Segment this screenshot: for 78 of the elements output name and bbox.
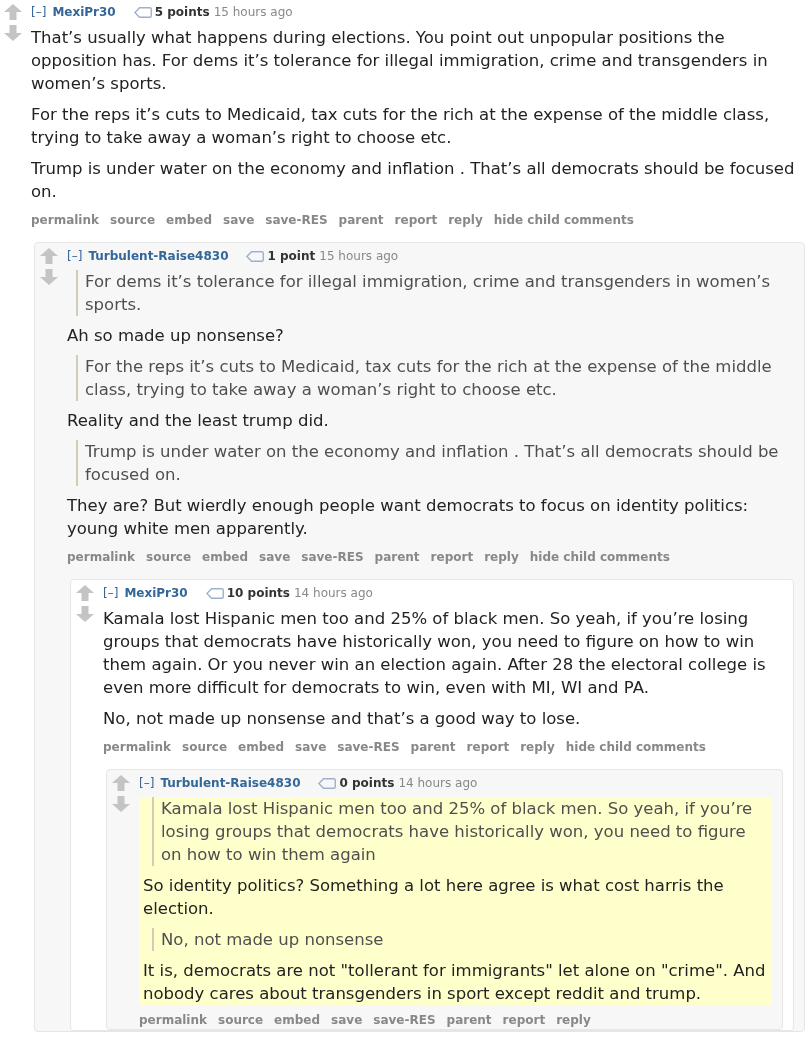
collapse-toggle[interactable]: [–]: [31, 2, 47, 22]
action-link[interactable]: permalink: [103, 738, 171, 756]
comment-text: Kamala lost Hispanic men too and 25% of black men. So yeah, if you’re losing groups that democrats have historically won, you need to figure on how to win them again. Or you never win an election again. After 28 the electoral college is even more difficult for democrats to win, even with MI, WI and PA.: [103, 608, 767, 699]
action-link[interactable]: save: [331, 1011, 363, 1029]
action-link[interactable]: reply: [520, 738, 555, 756]
action-link[interactable]: reply: [556, 1011, 591, 1029]
quoted-text: Trump is under water on the economy and inflation . That’s all democrats should be focused on.: [76, 440, 794, 486]
action-link[interactable]: permalink: [139, 1011, 207, 1029]
up-arrow-icon[interactable]: [76, 585, 94, 601]
quoted-text: For dems it’s tolerance for illegal immigration, crime and transgenders in women’s sports.: [76, 270, 794, 316]
comment-text: So identity politics? Something a lot here agree is what cost harris the election.: [143, 875, 725, 920]
action-link[interactable]: source: [218, 1011, 264, 1029]
collapse-toggle[interactable]: [–]: [67, 246, 83, 266]
action-link[interactable]: save: [223, 211, 255, 229]
action-link[interactable]: permalink: [67, 548, 135, 566]
action-link[interactable]: hide child comments: [565, 738, 706, 756]
timestamp: 14 hours ago: [294, 585, 373, 602]
action-link[interactable]: permalink: [31, 211, 99, 229]
action-link[interactable]: source: [182, 738, 228, 756]
action-link[interactable]: save-RES: [373, 1011, 436, 1029]
action-link[interactable]: save-RES: [337, 738, 400, 756]
action-link[interactable]: report: [430, 548, 474, 566]
comment-text: That’s usually what happens during elections. You point out unpopular positions the opposition has. For dems it’s tolerance for illegal immigration, crime and transgenders in women’s sports.: [31, 27, 769, 95]
author-link[interactable]: MexiPr30: [52, 2, 116, 22]
author-link[interactable]: MexiPr30: [124, 583, 188, 603]
timestamp: 15 hours ago: [319, 248, 399, 265]
tag-icon[interactable]: [205, 587, 224, 599]
score-text: 10 points: [226, 585, 290, 602]
down-arrow-icon[interactable]: [112, 796, 130, 812]
action-link[interactable]: save: [259, 548, 291, 566]
action-link[interactable]: reply: [484, 548, 519, 566]
action-link[interactable]: report: [394, 211, 438, 229]
comment-text: No, not made up nonsense and that’s a good way to lose.: [103, 708, 582, 730]
action-link[interactable]: save-RES: [301, 548, 364, 566]
comment-text: Ah so made up nonsense?: [67, 325, 285, 347]
action-link[interactable]: parent: [374, 548, 420, 566]
action-link[interactable]: embed: [274, 1011, 321, 1029]
score-text: 1 point: [267, 248, 316, 265]
tag-icon[interactable]: [318, 777, 337, 789]
up-arrow-icon[interactable]: [4, 4, 22, 20]
comment-text: For the reps it’s cuts to Medicaid, tax cuts for the rich at the expense of the middle class, trying to take away a woman’s right to choose etc.: [31, 104, 771, 149]
action-link[interactable]: parent: [338, 211, 384, 229]
action-link[interactable]: report: [502, 1011, 546, 1029]
action-link[interactable]: reply: [448, 211, 483, 229]
up-arrow-icon[interactable]: [112, 775, 130, 791]
action-link[interactable]: parent: [446, 1011, 492, 1029]
action-link[interactable]: source: [146, 548, 192, 566]
comment-text: It is, democrats are not "tollerant for immigrants" let alone on "crime". And nobody cares about transgenders in sport except reddit and trump.: [143, 960, 767, 1005]
action-link[interactable]: report: [466, 738, 510, 756]
tag-icon[interactable]: [246, 250, 265, 262]
quoted-text: Kamala lost Hispanic men too and 25% of black men. So yeah, if you’re losing groups that democrats have historically won, you need to figure on how to win them again: [152, 797, 768, 866]
quoted-text: No, not made up nonsense: [152, 928, 768, 951]
timestamp: 15 hours ago: [213, 4, 293, 21]
collapse-toggle[interactable]: [–]: [139, 773, 155, 793]
action-link[interactable]: save: [295, 738, 327, 756]
collapse-toggle[interactable]: [–]: [103, 583, 119, 603]
up-arrow-icon[interactable]: [40, 248, 58, 264]
timestamp: 14 hours ago: [398, 775, 478, 792]
action-link[interactable]: source: [110, 211, 156, 229]
comment-text: They are? But wierdly enough people want democrats to focus on identity politics: young white men apparently.: [67, 495, 750, 540]
down-arrow-icon[interactable]: [4, 25, 22, 41]
action-link[interactable]: embed: [238, 738, 285, 756]
action-link[interactable]: save-RES: [265, 211, 328, 229]
action-link[interactable]: embed: [166, 211, 213, 229]
score-text: 0 points: [339, 775, 395, 792]
quoted-text: For the reps it’s cuts to Medicaid, tax cuts for the rich at the expense of the middle class, trying to take away a woman’s right to choose etc.: [76, 355, 794, 401]
action-link[interactable]: hide child comments: [493, 211, 634, 229]
action-link[interactable]: embed: [202, 548, 249, 566]
author-link[interactable]: Turbulent-Raise4830: [88, 246, 229, 266]
action-link[interactable]: hide child comments: [529, 548, 670, 566]
comment-text: Reality and the least trump did.: [67, 410, 330, 432]
score-text: 5 points: [154, 4, 210, 21]
down-arrow-icon[interactable]: [40, 269, 58, 285]
tag-icon[interactable]: [133, 6, 152, 18]
down-arrow-icon[interactable]: [76, 606, 94, 622]
action-link[interactable]: parent: [410, 738, 456, 756]
comment-text: Trump is under water on the economy and inflation . That’s all democrats should be focused on.: [31, 158, 796, 203]
author-link[interactable]: Turbulent-Raise4830: [160, 773, 301, 793]
